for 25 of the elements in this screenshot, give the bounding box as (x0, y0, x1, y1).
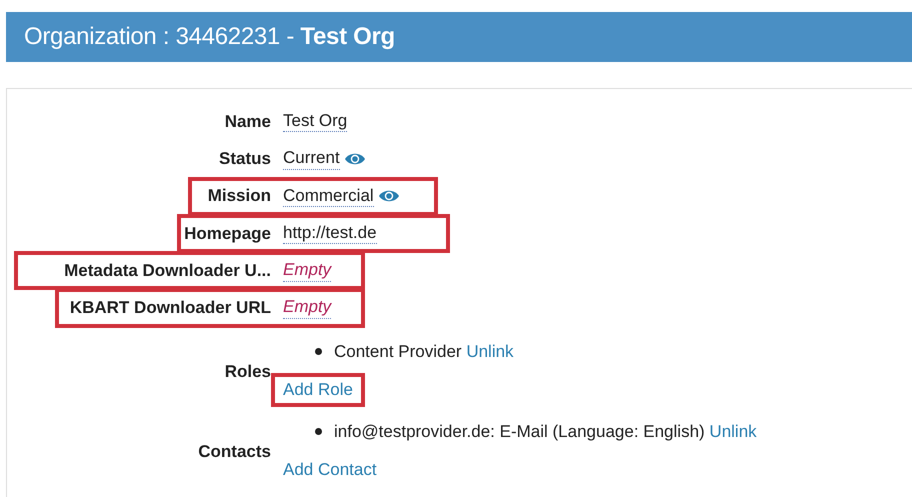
field-value[interactable]: Commercial (283, 186, 374, 207)
field-label: Mission (206, 186, 271, 206)
add-link[interactable]: Add Role (271, 372, 365, 407)
page-title: Organization : 34462231 - Test Org (24, 23, 395, 51)
field-label: Status (218, 148, 271, 169)
eye-icon[interactable] (344, 152, 366, 166)
field-label: Name (224, 112, 271, 132)
eye-icon[interactable] (378, 189, 400, 204)
unlink-link[interactable]: Unlink (709, 422, 757, 442)
field-value[interactable]: Test Org (283, 110, 348, 132)
unlink-link[interactable]: Unlink (466, 342, 514, 362)
field-label: Metadata Downloader U... (63, 260, 271, 281)
field-value[interactable]: Current (283, 148, 340, 170)
field-value[interactable]: http://test.de (283, 222, 377, 244)
list-item-text: Content Provider (334, 342, 463, 362)
list-item-text: info@testprovider.de: E-Mail (Language: English) (334, 422, 706, 442)
field-label: Roles (224, 362, 271, 382)
field-label: KBART Downloader URL (68, 298, 271, 318)
bullet-icon (315, 428, 322, 436)
bullet-icon (315, 348, 322, 356)
field-value[interactable]: Empty (283, 260, 332, 282)
field-value[interactable]: Empty (283, 297, 332, 319)
field-label: Contacts (197, 442, 271, 462)
add-link[interactable]: Add Contact (279, 452, 381, 487)
field-label: Homepage (183, 224, 271, 244)
